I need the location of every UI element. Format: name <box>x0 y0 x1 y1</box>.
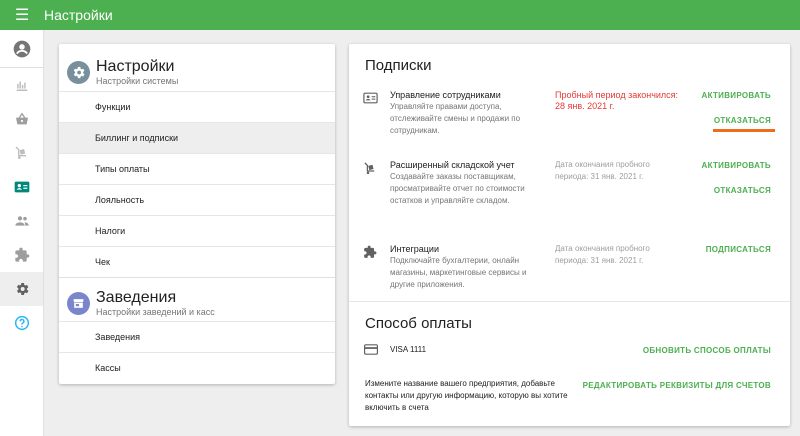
subscription-name: Управление сотрудниками <box>390 90 501 100</box>
store-icon <box>67 291 90 315</box>
id-card-icon[interactable] <box>0 170 43 204</box>
nav-item-venues[interactable]: Заведения <box>59 321 335 352</box>
subscription-status: Дата окончания пробного периода: 31 янв.… <box>555 160 650 181</box>
puzzle-icon[interactable] <box>0 238 43 272</box>
page-title: Настройки <box>44 7 113 23</box>
activate-button[interactable]: Активировать <box>702 161 771 170</box>
billing-card: Подписки Управление сотрудниками Управля… <box>349 44 790 426</box>
subscription-name: Расширенный складской учет <box>390 160 515 170</box>
divider <box>349 301 790 302</box>
subscription-description: Управляйте правами доступа, отслеживайте… <box>390 102 521 135</box>
subscriptions-title: Подписки <box>365 57 432 74</box>
basket-icon[interactable] <box>0 102 43 136</box>
puzzle-icon <box>364 245 377 258</box>
active-underline <box>713 129 775 132</box>
people-icon[interactable] <box>0 204 43 238</box>
nav-item-taxes[interactable]: Налоги <box>59 215 335 246</box>
bar-chart-icon[interactable] <box>0 68 43 102</box>
nav-rail <box>0 30 44 436</box>
cart-icon <box>364 162 375 175</box>
subscription-status: Дата окончания пробного периода: 31 янв.… <box>555 244 650 265</box>
venues-group-header: Заведения Настройки заведений и касс <box>59 278 335 321</box>
id-card-icon <box>363 92 378 104</box>
credit-card-icon <box>364 344 378 355</box>
card-number: VISA 1111 <box>390 345 427 354</box>
menu-icon[interactable]: ☰ <box>0 0 44 30</box>
cancel-subscription-button[interactable]: Отказаться <box>714 116 771 125</box>
update-payment-button[interactable]: Обновить способ оплаты <box>643 346 771 355</box>
gear-icon <box>67 60 90 84</box>
nav-item-receipt[interactable]: Чек <box>59 246 335 277</box>
app-bar: ☰ Настройки <box>0 0 800 30</box>
settings-group-header: Настройки Настройки системы <box>59 44 335 91</box>
subscribe-button[interactable]: Подписаться <box>706 245 771 254</box>
nav-item-loyalty[interactable]: Лояльность <box>59 184 335 215</box>
invoice-info-text: Измените название вашего предприятия, до… <box>365 379 568 412</box>
nav-item-registers[interactable]: Кассы <box>59 352 335 383</box>
help-icon[interactable] <box>0 306 43 340</box>
subscription-status: Пробный период закончился: 28 янв. 2021 … <box>555 90 679 111</box>
cancel-subscription-button[interactable]: Отказаться <box>714 186 771 195</box>
subscription-description: Создавайте заказы поставщикам, просматри… <box>390 172 525 205</box>
subscription-description: Подключайте бухгалтерии, онлайн магазины… <box>390 256 527 289</box>
nav-item-billing[interactable]: Биллинг и подписки <box>59 122 335 153</box>
settings-group-subtitle: Настройки системы <box>96 75 179 86</box>
venues-group-title: Заведения <box>96 288 177 306</box>
subscription-name: Интеграции <box>390 244 439 254</box>
cart-icon[interactable] <box>0 136 43 170</box>
activate-button[interactable]: Активировать <box>702 91 771 100</box>
nav-item-payment-types[interactable]: Типы оплаты <box>59 153 335 184</box>
gear-icon[interactable] <box>0 272 43 306</box>
payment-method-title: Способ оплаты <box>365 315 472 332</box>
nav-item-features[interactable]: Функции <box>59 91 335 122</box>
settings-group-title: Настройки <box>96 57 175 75</box>
venues-group-subtitle: Настройки заведений и касс <box>96 306 215 317</box>
edit-invoice-details-button[interactable]: Редактировать реквизиты для счетов <box>583 381 771 390</box>
account-circle-icon[interactable] <box>0 30 43 68</box>
settings-nav-card: Настройки Настройки системы Функции Билл… <box>59 44 335 384</box>
